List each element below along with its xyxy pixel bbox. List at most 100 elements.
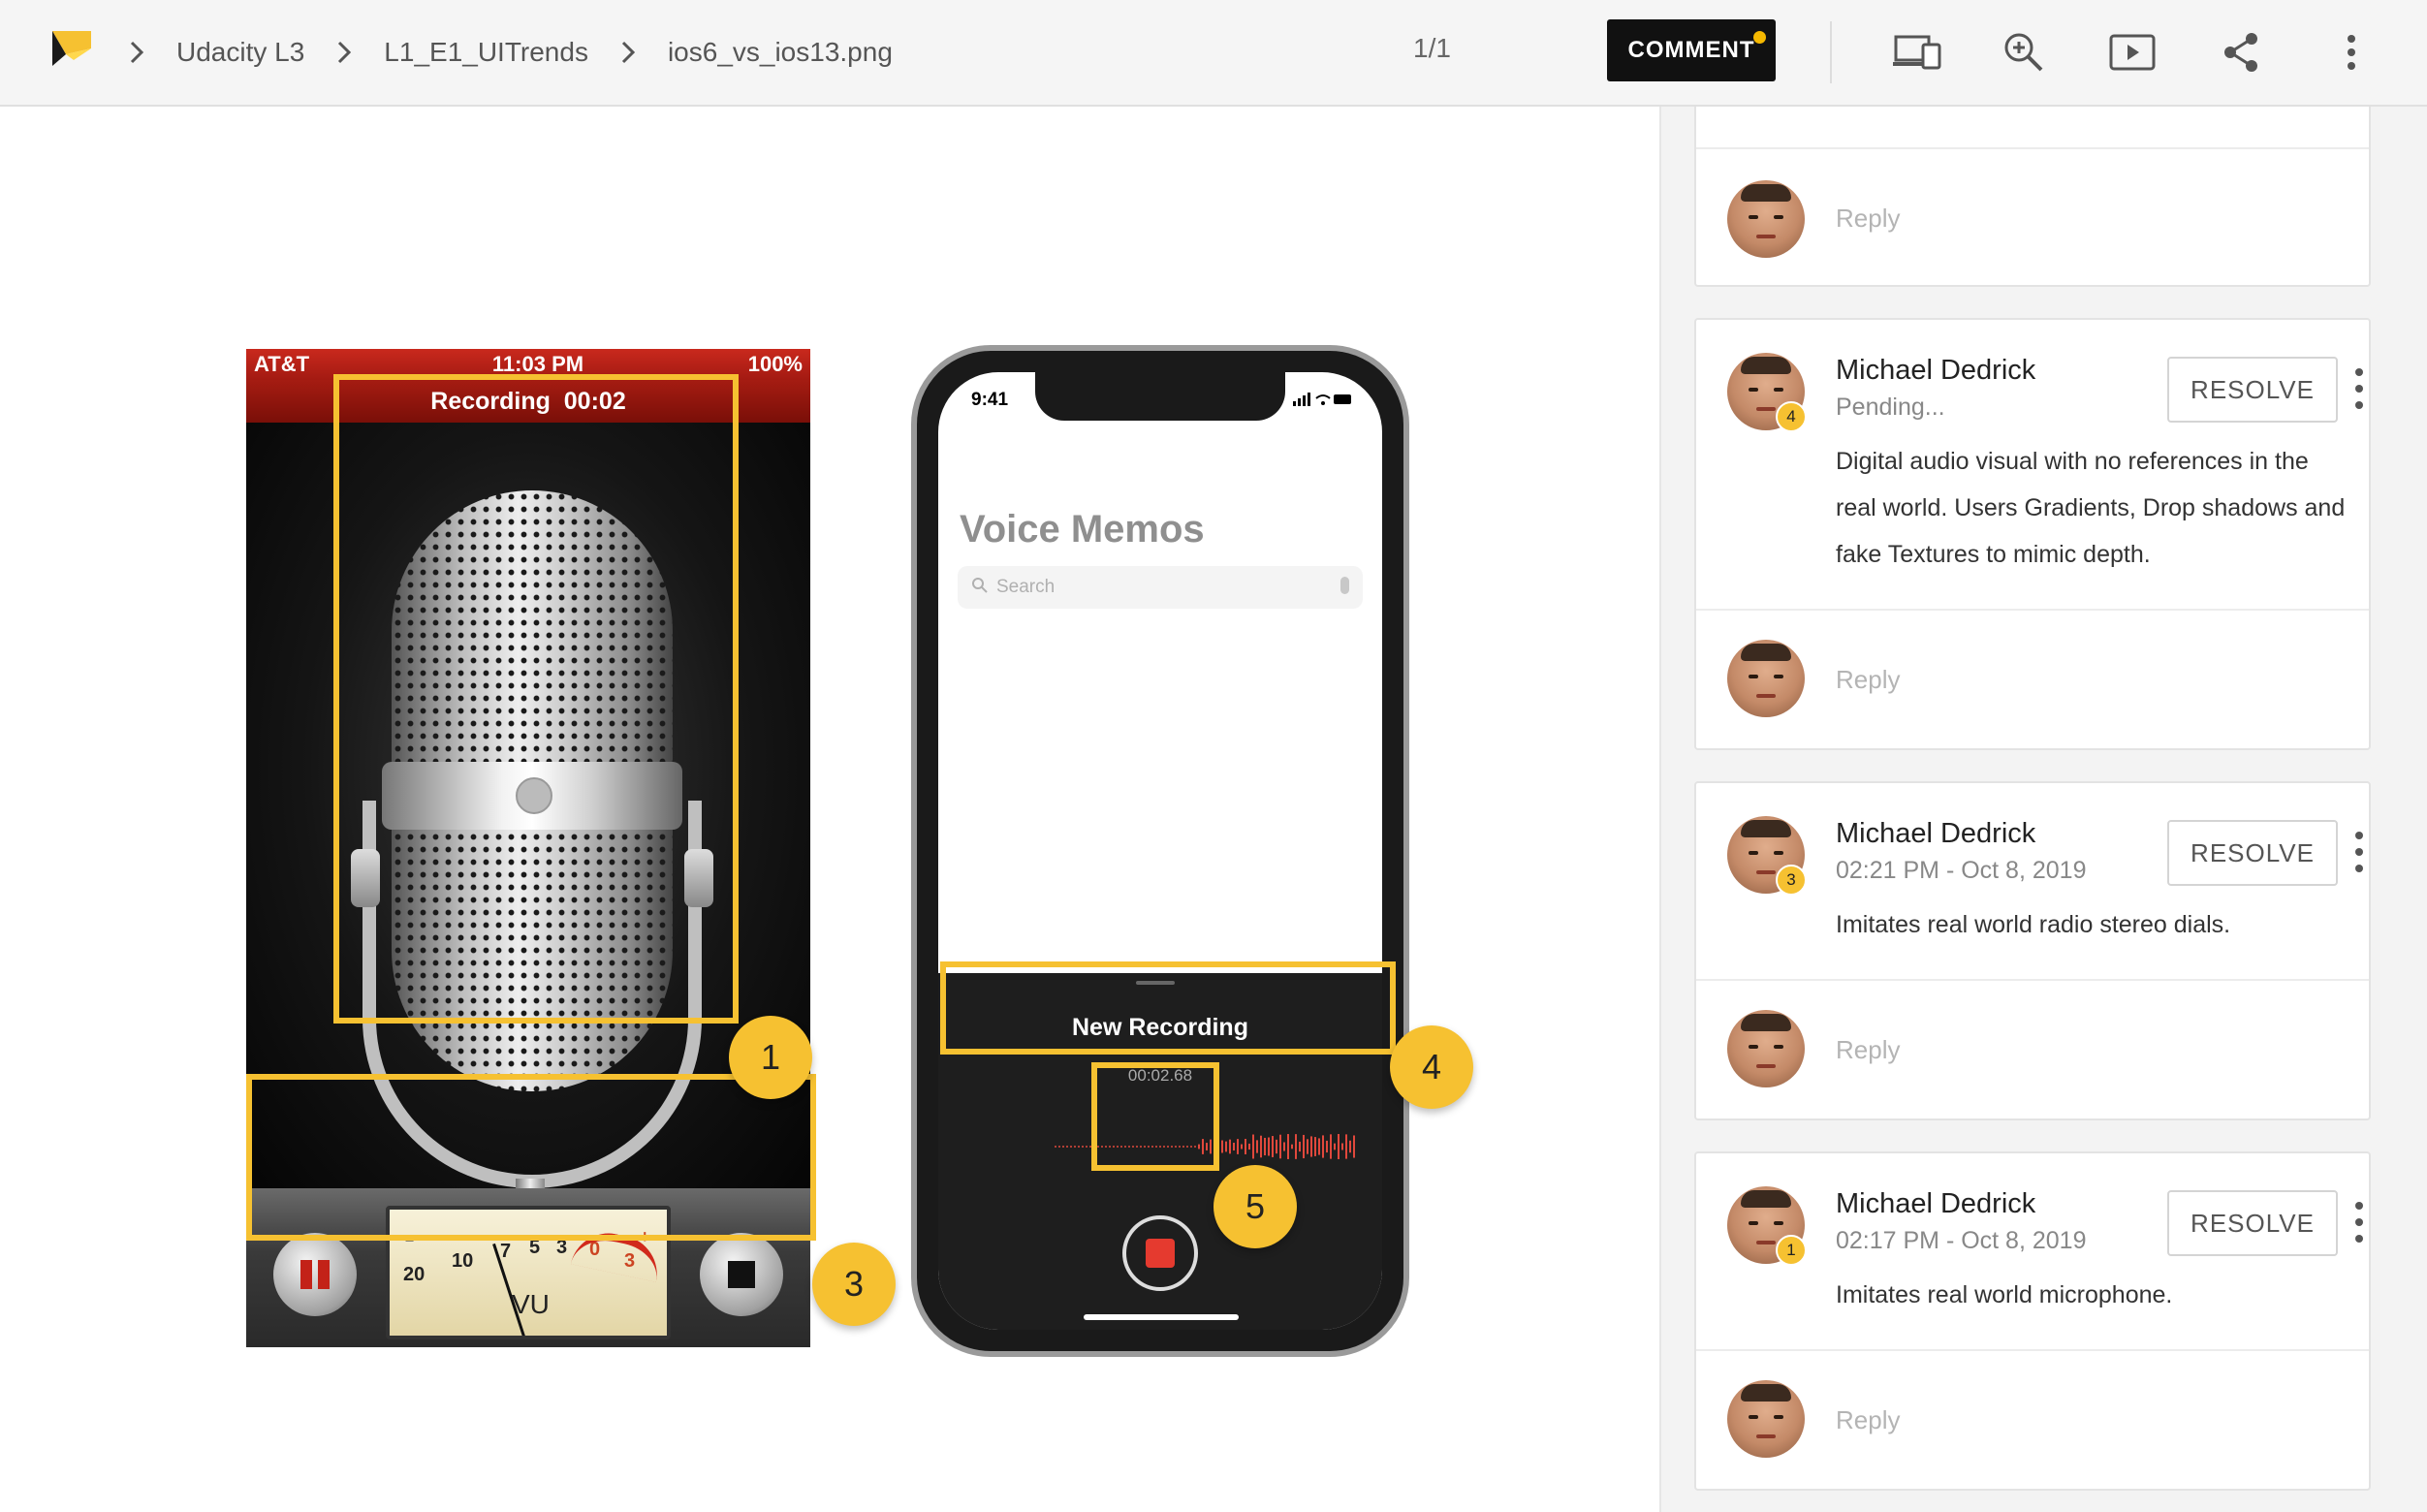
waveform-bar [1055,1146,1056,1148]
reply-input[interactable]: Reply [1836,1405,1900,1435]
reply-row[interactable]: Reply [1696,979,2369,1118]
avatar [1727,1380,1805,1458]
phone-notch [1035,372,1285,421]
highlight-box-record-button [1091,1062,1219,1171]
waveform-bar [1264,1137,1266,1156]
chevron-right-icon [114,33,159,72]
resolve-button[interactable]: RESOLVE [2167,820,2338,886]
waveform-bar [1058,1146,1060,1148]
comment-body-line: fake Textures to mimic depth. [1836,541,2151,568]
app-logo-icon[interactable] [52,31,91,66]
waveform-bar [1299,1141,1301,1152]
comment-body-line: Digital audio visual with no references … [1836,448,2309,475]
more-vert-icon[interactable] [2353,368,2365,409]
search-placeholder: Search [996,577,1056,597]
zoom-in-icon[interactable] [1997,25,2051,79]
reply-row[interactable]: Reply [1696,609,2369,748]
devices-icon[interactable] [1890,25,1944,79]
waveform-bar [1086,1146,1087,1148]
comment-number-badge: 1 [1776,1235,1807,1266]
waveform-bar [1078,1146,1080,1148]
status-time: 9:41 [971,390,1009,410]
waveform-bar [1233,1143,1235,1150]
comment-body: Imitates real world radio stereo dials. [1836,901,2359,948]
comment-card: 3 Michael Dedrick 02:21 PM - Oct 8, 2019… [1694,781,2371,1120]
pause-button-icon [273,1233,357,1316]
resolve-button[interactable]: RESOLVE [2167,357,2338,423]
comment-body: Digital audio visual with no references … [1836,438,2359,578]
reply-input[interactable]: Reply [1836,665,1900,695]
highlight-box-vu-meter [246,1074,816,1241]
chevron-right-icon [606,33,650,72]
waveform-bar [1353,1135,1355,1158]
comment-button[interactable]: COMMENT [1607,19,1776,81]
notification-dot [1753,31,1766,44]
waveform-bar [1326,1140,1328,1153]
vu-tick: 10 [452,1250,474,1272]
reply-input[interactable]: Reply [1836,1035,1900,1065]
comment-thread: 4 Michael Dedrick Pending... RESOLVE Dig… [1696,320,2369,609]
reply-row[interactable]: Reply [1696,147,2369,287]
waveform-bar [1310,1136,1312,1157]
waveform-bar [1229,1139,1231,1154]
comment-meta: 02:17 PM - Oct 8, 2019 [1836,1227,2087,1254]
comment-card: 1 Michael Dedrick 02:17 PM - Oct 8, 2019… [1694,1151,2371,1491]
comment-author: Michael Dedrick [1836,355,2036,386]
waveform-bar [1256,1140,1258,1153]
highlight-box-waveform [940,961,1396,1055]
breadcrumb-item-folder[interactable]: L1_E1_UITrends [384,37,588,68]
reply-input[interactable]: Reply [1836,204,1900,234]
waveform-bar [1345,1134,1347,1159]
waveform-bar [1338,1134,1340,1159]
annotation-marker-1[interactable]: 1 [729,1016,812,1099]
comment-meta: Pending... [1836,394,1945,421]
waveform-bar [1322,1135,1324,1158]
voice-memos-search: Search [958,566,1363,609]
comment-thread: 3 Michael Dedrick 02:21 PM - Oct 8, 2019… [1696,783,2369,979]
resolve-button[interactable]: RESOLVE [2167,1190,2338,1256]
vu-label: VU [512,1289,550,1319]
breadcrumb-item-project[interactable]: Udacity L3 [176,37,304,68]
waveform-bar [1291,1144,1293,1150]
avatar [1727,1010,1805,1087]
present-icon[interactable] [2105,25,2159,79]
waveform-bar [1066,1146,1068,1148]
annotation-marker-5[interactable]: 5 [1214,1165,1297,1248]
annotation-marker-4[interactable]: 4 [1390,1025,1473,1109]
vu-tick: 20 [403,1264,426,1285]
avatar [1727,180,1805,258]
waveform-bar [1260,1135,1262,1158]
toolbar-divider [1830,21,1832,83]
waveform-bar [1252,1134,1254,1159]
comment-thread: 1 Michael Dedrick 02:17 PM - Oct 8, 2019… [1696,1153,2369,1349]
more-vert-icon[interactable] [2353,832,2365,872]
comment-card: 4 Michael Dedrick Pending... RESOLVE Dig… [1694,318,2371,750]
waveform-bar [1287,1134,1289,1159]
comments-panel: Reply 4 Michael Dedrick Pending... RESOL… [1661,107,2427,1512]
waveform-bar [1283,1142,1285,1151]
voice-memos-title: Voice Memos [960,508,1205,551]
chevron-right-icon [322,33,366,72]
waveform-bar [1070,1146,1072,1148]
more-vert-icon[interactable] [2353,1202,2365,1243]
avatar [1727,640,1805,717]
waveform-bar [1279,1134,1281,1159]
comment-number-badge: 4 [1776,401,1807,432]
waveform-bar [1334,1143,1336,1150]
document-canvas[interactable]: AT&T 11:03 PM 100% Recording 00:02 20 10… [0,107,1659,1512]
annotation-marker-3[interactable]: 3 [812,1243,896,1326]
waveform-bar [1268,1137,1270,1156]
reply-row[interactable]: Reply [1696,1349,2369,1489]
dictation-mic-icon [1340,577,1349,594]
breadcrumb-item-file[interactable]: ios6_vs_ios13.png [668,37,893,68]
waveform-bar [1074,1146,1076,1148]
waveform-bar [1330,1134,1332,1159]
page-indicator: 1/1 [1413,33,1451,63]
top-bar: Udacity L3 L1_E1_UITrends ios6_vs_ios13.… [0,0,2427,107]
home-indicator [1084,1314,1239,1320]
waveform-bar [1303,1134,1305,1159]
comment-button-label: COMMENT [1627,37,1755,63]
more-vert-icon[interactable] [2324,25,2379,79]
share-icon[interactable] [2214,25,2268,79]
waveform-bar [1295,1134,1297,1159]
